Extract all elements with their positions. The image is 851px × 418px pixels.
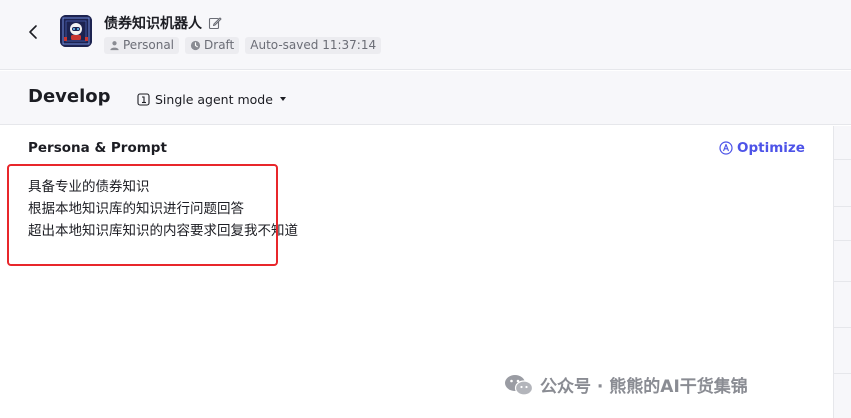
section-title: Persona & Prompt xyxy=(28,140,167,156)
clock-icon xyxy=(190,40,201,50)
agent-mode-label: Single agent mode xyxy=(155,91,273,107)
prompt-line: 根据本地知识库的知识进行问题回答 xyxy=(28,201,244,217)
back-button[interactable] xyxy=(22,20,44,44)
space-label: Personal xyxy=(123,38,175,52)
chevron-left-icon xyxy=(29,25,37,39)
develop-bar: Develop Single agent mode xyxy=(0,71,851,125)
status-label: Draft xyxy=(204,38,235,52)
optimize-button[interactable]: Optimize xyxy=(719,140,805,156)
bot-title-row: 债券知识机器人 xyxy=(104,13,222,33)
page-title: Develop xyxy=(28,86,111,107)
optimize-label: Optimize xyxy=(737,140,805,156)
persona-panel: Persona & Prompt Optimize 具备专业的债券知识 根据本地… xyxy=(0,126,833,418)
agent-mode-dropdown[interactable]: Single agent mode xyxy=(137,89,286,109)
optimize-icon xyxy=(719,141,733,155)
bot-avatar[interactable] xyxy=(60,15,92,47)
status-tag: Draft xyxy=(185,36,240,54)
top-bar: 债券知识机器人 Personal Draft Auto-saved 11:37:… xyxy=(0,0,851,70)
right-panel-edge xyxy=(833,126,851,418)
person-icon xyxy=(110,40,119,50)
caret-down-icon xyxy=(279,97,286,101)
space-tag: Personal xyxy=(104,36,180,54)
bot-name: 债券知识机器人 xyxy=(104,16,202,32)
autosave-label: Auto-saved 11:37:14 xyxy=(250,38,377,52)
prompt-editor[interactable]: 具备专业的债券知识 根据本地知识库的知识进行问题回答 超出本地知识库知识的内容要… xyxy=(28,176,808,256)
autosave-tag: Auto-saved 11:37:14 xyxy=(245,36,382,54)
watermark: 公众号 · 熊熊的AI干货集锦 xyxy=(504,372,748,397)
prompt-line: 具备专业的债券知识 xyxy=(28,179,150,195)
agent-mode-icon xyxy=(137,92,150,106)
watermark-text: 公众号 · 熊熊的AI干货集锦 xyxy=(540,377,748,397)
edit-icon[interactable] xyxy=(208,16,222,30)
bot-meta-tags: Personal Draft Auto-saved 11:37:14 xyxy=(104,36,382,54)
wechat-icon xyxy=(505,374,534,396)
prompt-line: 超出本地知识库知识的内容要求回复我不知道 xyxy=(28,223,298,239)
